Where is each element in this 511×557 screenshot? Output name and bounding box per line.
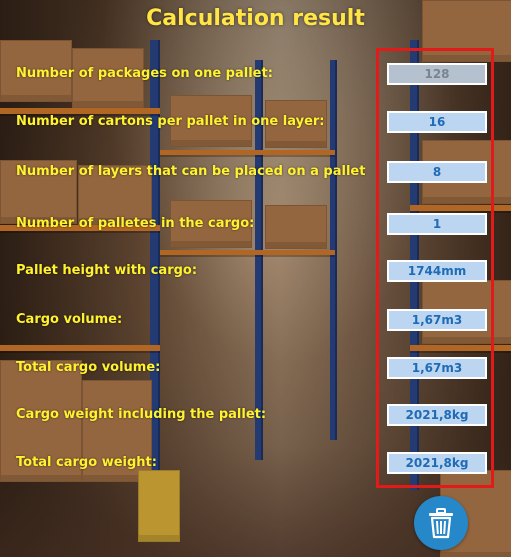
row-label: Number of packages on one pallet: bbox=[16, 66, 273, 81]
row-label: Number of layers that can be placed on a… bbox=[16, 164, 366, 179]
row-label: Total cargo volume: bbox=[16, 360, 161, 375]
trash-icon bbox=[429, 508, 453, 539]
delete-button[interactable] bbox=[414, 496, 468, 550]
row-label: Pallet height with cargo: bbox=[16, 263, 198, 278]
row-label: Total cargo weight: bbox=[16, 455, 157, 470]
results-highlight-frame bbox=[376, 48, 494, 488]
row-label: Number of cartons per pallet in one laye… bbox=[16, 114, 325, 129]
row-label: Cargo weight including the pallet: bbox=[16, 407, 267, 422]
row-label: Cargo volume: bbox=[16, 312, 123, 327]
row-label: Number of palletes in the cargo: bbox=[16, 216, 255, 231]
page-title: Calculation result bbox=[146, 6, 365, 31]
